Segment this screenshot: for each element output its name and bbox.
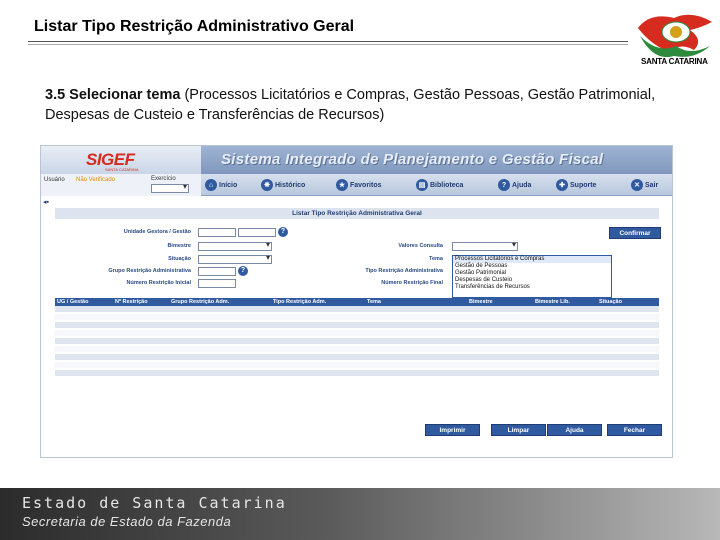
situacao-select[interactable]	[198, 253, 272, 264]
history-icon: ❋	[261, 179, 273, 191]
menu-favoritos[interactable]: ★ Favoritos	[336, 178, 382, 192]
help-icon: ?	[498, 179, 510, 191]
app-window: SIGEF SANTA CATARINA Sistema Integrado d…	[40, 145, 673, 458]
step-heading: 3.5 Selecionar tema	[45, 87, 181, 103]
grupo-restricao-input[interactable]	[198, 267, 236, 276]
menu-inicio[interactable]: ⌂ Início	[205, 178, 237, 192]
step-instruction: 3.5 Selecionar tema (Processos Licitatór…	[45, 85, 685, 125]
logo-caption: SANTA CATARINA	[641, 57, 708, 66]
exercicio-label: Exercício	[151, 176, 176, 182]
table-row[interactable]	[55, 354, 659, 361]
home-icon: ⌂	[205, 179, 217, 191]
collapse-arrow-icon[interactable]: ◂▪	[43, 198, 49, 206]
clear-button[interactable]: Limpar	[491, 424, 546, 436]
numero-final-label: Número Restrição Final	[381, 280, 443, 286]
situacao-label: Situação	[168, 256, 191, 262]
table-row[interactable]	[55, 370, 659, 377]
grupo-help-icon[interactable]: ?	[238, 266, 248, 276]
help-button[interactable]: Ajuda	[547, 424, 602, 436]
grid-col-grupo[interactable]: Grupo Restrição Adm.	[169, 298, 271, 306]
menu-ajuda[interactable]: ? Ajuda	[498, 178, 531, 192]
star-icon: ★	[336, 179, 348, 191]
unidade-gestora-label: Unidade Gestora / Gestão	[123, 229, 191, 235]
tema-option[interactable]: Processos Licitatórios e Compras	[453, 256, 611, 263]
unidade-gestora-input[interactable]	[198, 228, 236, 237]
menu-historico-label: Histórico	[275, 181, 306, 189]
tema-label: Tema	[429, 256, 443, 262]
menu-biblioteca[interactable]: ▤ Biblioteca	[416, 178, 463, 192]
bimestre-select[interactable]	[198, 240, 272, 251]
user-value: Não Verificado	[76, 177, 116, 183]
table-row[interactable]	[55, 338, 659, 345]
gestao-input[interactable]	[238, 228, 276, 237]
menu-suporte-label: Suporte	[570, 181, 597, 189]
menu-historico[interactable]: ❋ Histórico	[261, 178, 305, 192]
table-row[interactable]	[55, 346, 659, 353]
footer-secretariat: Secretaria de Estado da Fazenda	[22, 514, 232, 529]
user-label: Usuário	[44, 177, 65, 183]
grid-col-bimestre[interactable]: Bimestre	[467, 298, 533, 306]
table-row[interactable]	[55, 330, 659, 337]
menu-suporte[interactable]: ✚ Suporte	[556, 178, 596, 192]
tema-dropdown[interactable]: Processos Licitatórios e Compras Gestão …	[452, 255, 612, 298]
close-button[interactable]: Fechar	[607, 424, 662, 436]
grupo-restricao-label: Grupo Restrição Administrativa	[108, 268, 191, 274]
exercicio-select[interactable]	[151, 182, 189, 193]
tema-option[interactable]: Despesas de Custeio	[453, 277, 611, 284]
menu-favoritos-label: Favoritos	[350, 181, 382, 189]
exit-icon: ✕	[631, 179, 643, 191]
menu-sair[interactable]: ✕ Sair	[631, 178, 658, 192]
support-icon: ✚	[556, 179, 568, 191]
table-row[interactable]	[55, 306, 659, 313]
grid-col-ug-gestao[interactable]: UG / Gestão	[55, 298, 113, 306]
unidade-help-icon[interactable]: ?	[278, 227, 288, 237]
grid-col-tipo[interactable]: Tipo Restrição Adm.	[271, 298, 365, 306]
sigef-logo-sub: SANTA CATARINA	[105, 167, 139, 172]
menu-inicio-label: Início	[219, 181, 238, 189]
grid-col-tema[interactable]: Tema	[365, 298, 467, 306]
numero-inicial-label: Número Restrição Inicial	[126, 280, 192, 286]
table-row[interactable]	[55, 314, 659, 321]
grid-col-bimestre-lib[interactable]: Bimestre Lib.	[533, 298, 597, 306]
results-grid-header: UG / Gestão Nº Restrição Grupo Restrição…	[55, 298, 659, 306]
grid-col-situacao[interactable]: Situação	[597, 298, 657, 306]
tema-option[interactable]: Transferências de Recursos	[453, 284, 611, 291]
valores-consulta-select[interactable]	[452, 240, 518, 251]
book-icon: ▤	[416, 179, 428, 191]
menu-ajuda-label: Ajuda	[512, 181, 532, 189]
grid-col-numero[interactable]: Nº Restrição	[113, 298, 169, 306]
app-banner-title: Sistema Integrado de Planejamento e Gest…	[221, 151, 604, 168]
tipo-restricao-label: Tipo Restrição Administrativa	[365, 268, 443, 274]
valores-consulta-label: Valores Consulta	[398, 243, 443, 249]
main-menu: ⌂ Início ❋ Histórico ★ Favoritos ▤ Bibliotec…	[201, 174, 672, 196]
table-row[interactable]	[55, 362, 659, 369]
slide-title: Listar Tipo Restrição Administrativo Ger…	[34, 18, 355, 35]
tema-option[interactable]: Gestão Patrimonial	[453, 270, 611, 277]
menu-sair-label: Sair	[645, 181, 659, 189]
user-info-bar: Usuário Não Verificado Exercício	[41, 174, 201, 196]
print-button[interactable]: Imprimir	[425, 424, 480, 436]
tema-option[interactable]: Gestão de Pessoas	[453, 263, 611, 270]
title-divider-secondary	[28, 44, 628, 45]
confirm-button[interactable]: Confirmar	[609, 227, 661, 239]
menu-biblioteca-label: Biblioteca	[430, 181, 464, 189]
title-divider	[28, 41, 628, 42]
numero-inicial-input[interactable]	[198, 279, 236, 288]
form-title: Listar Tipo Restrição Administrativa Ger…	[55, 208, 659, 219]
footer-state-name: Estado de Santa Catarina	[22, 494, 287, 512]
app-logo-box: SIGEF SANTA CATARINA	[41, 146, 201, 174]
table-row[interactable]	[55, 322, 659, 329]
bimestre-label: Bimestre	[167, 243, 191, 249]
